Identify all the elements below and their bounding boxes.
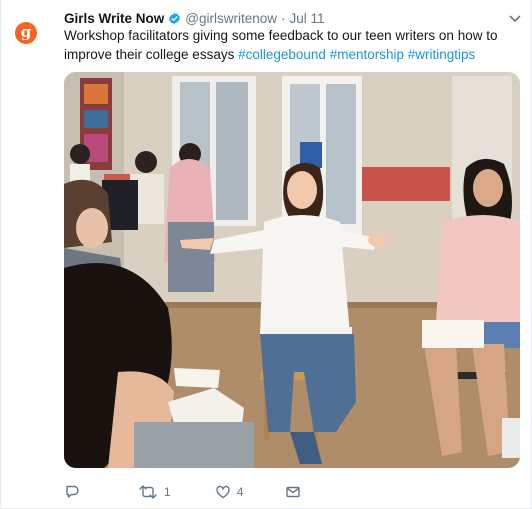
hashtag-collegebound[interactable]: #collegebound xyxy=(238,47,326,62)
retweet-button[interactable]: 1 xyxy=(138,484,171,500)
direct-message-button[interactable] xyxy=(285,484,301,500)
verified-badge-icon xyxy=(168,12,181,25)
avatar[interactable]: g xyxy=(15,22,37,44)
retweet-count: 1 xyxy=(164,485,171,499)
author-handle[interactable]: @girlswritenow xyxy=(185,11,277,26)
chevron-down-icon[interactable] xyxy=(509,11,521,22)
reply-icon[interactable] xyxy=(64,484,80,500)
tweet-photo[interactable] xyxy=(64,72,520,468)
photo-illustration xyxy=(64,72,520,468)
heart-icon[interactable] xyxy=(215,484,231,500)
tweet-actions: 1 4 xyxy=(64,482,364,502)
retweet-icon[interactable] xyxy=(138,484,158,500)
author-name[interactable]: Girls Write Now xyxy=(64,11,164,26)
hashtag-mentorship[interactable]: #mentorship xyxy=(330,47,404,62)
tweet-card[interactable]: g Girls Write Now @girlswritenow · Jul 1… xyxy=(0,0,532,509)
tweet-text: Workshop facilitators giving some feedba… xyxy=(64,27,504,64)
header-separator: · xyxy=(281,10,286,26)
envelope-icon[interactable] xyxy=(285,484,301,500)
tweet-header: Girls Write Now @girlswritenow · Jul 11 xyxy=(64,9,325,27)
like-count: 4 xyxy=(236,485,244,499)
hashtag-writingtips[interactable]: #writingtips xyxy=(408,47,476,62)
like-button[interactable]: 4 xyxy=(215,484,244,500)
tweet-date[interactable]: Jul 11 xyxy=(290,11,325,26)
reply-button[interactable] xyxy=(64,484,80,500)
